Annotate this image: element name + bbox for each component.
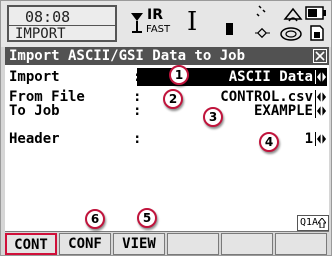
satellite-small-icon [255,27,270,39]
time-mode-panel: 08:08 IMPORT [7,5,117,42]
measurement-panel: IR FAST I [123,5,243,42]
header-field[interactable]: 1 [137,130,327,148]
softkey-f5[interactable] [221,233,273,255]
to-job-label: To Job [9,103,60,119]
left-right-arrow-icon[interactable] [315,104,327,118]
battery-icon [305,6,326,20]
conf-softkey[interactable]: CONF [59,233,111,255]
battery-small-icon [226,23,233,35]
current-mode: IMPORT [15,26,66,42]
callout-5: 5 [137,208,157,228]
clock-time: 08:08 [25,8,71,26]
import-label: Import [9,69,60,85]
softkey-f6[interactable] [275,233,327,255]
callout-1: 1 [169,65,189,85]
import-row: Import : ASCII Data [5,68,329,86]
instrument-screen: 08:08 IMPORT IR FAST I Import ASCII/GSI … [0,0,332,256]
ring-icon [280,27,302,41]
header-label: Header [9,131,60,147]
input-mode-indicator: Q1A [297,215,329,231]
close-icon[interactable] [313,49,327,63]
to-job-value: EXAMPLE [253,103,313,119]
input-mode-text: Q1A [300,217,319,228]
view-softkey[interactable]: VIEW [113,233,165,255]
callout-4: 4 [259,132,279,152]
shift-arrow-icon [318,218,326,228]
cursor-icon: I [187,7,198,37]
left-right-arrow-icon[interactable] [315,70,327,84]
prism-icon [131,13,143,33]
measure-speed-label: FAST [146,24,171,35]
dialog-title: Import ASCII/GSI Data to Job [9,48,246,64]
memory-card-icon [310,25,324,41]
callout-6: 6 [85,209,105,229]
import-type-field[interactable]: ASCII Data [137,68,327,86]
header-row: Header : 1 [5,130,329,148]
callout-2: 2 [163,89,183,109]
satellite-icon [256,5,266,17]
device-icons [251,4,329,44]
callout-3: 3 [203,107,223,127]
dialog-title-bar: Import ASCII/GSI Data to Job [5,47,329,65]
softkey-f4[interactable] [167,233,219,255]
import-type-value: ASCII Data [228,69,313,85]
cont-softkey[interactable]: CONT [5,233,57,255]
left-right-arrow-icon[interactable] [315,132,327,146]
header-value: 1 [304,131,313,147]
measure-mode-label: IR [147,7,163,23]
softkey-divider [5,231,329,232]
rotate-icon [283,7,303,22]
softkey-bar: CONT CONF VIEW [5,233,329,255]
status-bar: 08:08 IMPORT IR FAST I [1,1,331,47]
